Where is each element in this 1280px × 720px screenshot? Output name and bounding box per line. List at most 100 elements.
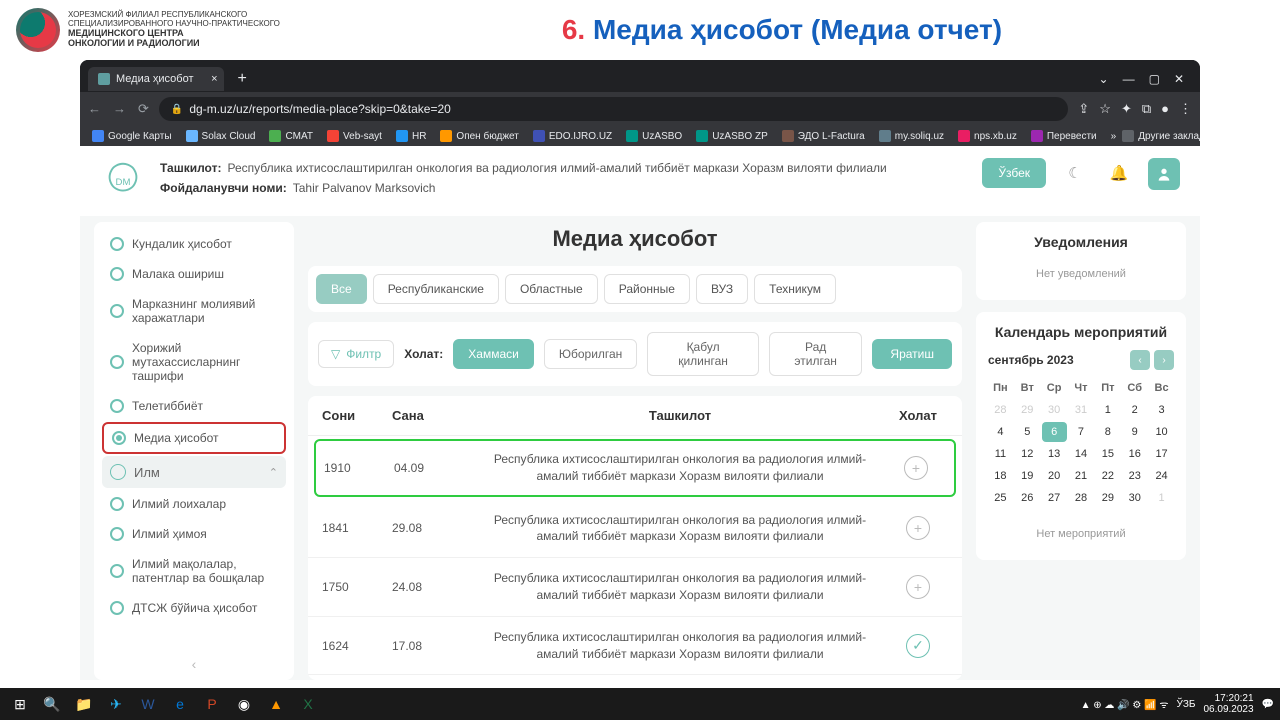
calendar-day[interactable]: 30: [1122, 488, 1147, 508]
tray-notification-icon[interactable]: 💬: [1262, 699, 1274, 710]
status-plus-icon[interactable]: +: [904, 456, 928, 480]
other-bookmarks[interactable]: Другие закладки: [1122, 130, 1200, 142]
tray-icons[interactable]: ▲ ⊕ ☁ 🔊 ⚙ 📶 ᯤ: [1081, 697, 1169, 711]
calendar-day[interactable]: 24: [1149, 466, 1174, 486]
sidebar-item-dtsj[interactable]: ДТСЖ бўйича ҳисобот: [102, 594, 286, 622]
type-tab-district[interactable]: Районные: [604, 274, 690, 304]
calendar-day[interactable]: 2: [1122, 400, 1147, 420]
url-input[interactable]: 🔒 dg-m.uz/uz/reports/media-place?skip=0&…: [159, 97, 1068, 121]
calendar-day[interactable]: 9: [1122, 422, 1147, 442]
table-row[interactable]: 161916.08Республика ихтисослаштирилган о…: [308, 675, 962, 680]
type-tab-region[interactable]: Областные: [505, 274, 598, 304]
table-row[interactable]: 175024.08Республика ихтисослаштирилган о…: [308, 558, 962, 617]
calendar-day[interactable]: 30: [1042, 400, 1067, 420]
filter-button[interactable]: ▽ Филтр: [318, 340, 394, 368]
calendar-day[interactable]: 23: [1122, 466, 1147, 486]
calendar-day[interactable]: 1: [1095, 400, 1120, 420]
sidebar-item-media-report[interactable]: Медиа ҳисобот: [102, 422, 286, 454]
calendar-day[interactable]: 4: [988, 422, 1013, 442]
profile-icon[interactable]: ●: [1161, 101, 1169, 117]
star-icon[interactable]: ☆: [1099, 101, 1111, 117]
calendar-day[interactable]: 16: [1122, 444, 1147, 464]
calendar-day[interactable]: 29: [1015, 400, 1040, 420]
chrome-icon[interactable]: ◉: [230, 690, 258, 718]
status-done-icon[interactable]: ✓: [906, 634, 930, 658]
status-plus-icon[interactable]: +: [906, 575, 930, 599]
table-row[interactable]: 184129.08Республика ихтисослаштирилган о…: [308, 500, 962, 559]
tray-lang[interactable]: ЎЗБ: [1177, 699, 1196, 710]
minimize-icon[interactable]: —: [1123, 72, 1135, 86]
calendar-day[interactable]: 29: [1095, 488, 1120, 508]
calendar-day[interactable]: 10: [1149, 422, 1174, 442]
extension-icon[interactable]: ✦: [1121, 101, 1132, 117]
tab-close-icon[interactable]: ×: [211, 73, 217, 85]
menu-icon[interactable]: ⋮: [1179, 101, 1192, 117]
bookmark-item[interactable]: EDO.IJRO.UZ: [533, 130, 612, 142]
new-tab-button[interactable]: +: [230, 66, 255, 92]
calendar-day[interactable]: 12: [1015, 444, 1040, 464]
explorer-icon[interactable]: 📁: [70, 690, 98, 718]
bookmark-item[interactable]: Veb-sayt: [327, 130, 382, 142]
search-icon[interactable]: 🔍: [38, 690, 66, 718]
calendar-day[interactable]: 7: [1069, 422, 1094, 442]
calendar-day[interactable]: 15: [1095, 444, 1120, 464]
status-plus-icon[interactable]: +: [906, 516, 930, 540]
calendar-day[interactable]: 13: [1042, 444, 1067, 464]
sidebar-group-science[interactable]: Илм ⌃: [102, 456, 286, 488]
calendar-day[interactable]: 8: [1095, 422, 1120, 442]
bookmark-item[interactable]: my.soliq.uz: [879, 130, 944, 142]
calendar-day[interactable]: 26: [1015, 488, 1040, 508]
calendar-day[interactable]: 19: [1015, 466, 1040, 486]
table-row[interactable]: 191004.09Республика ихтисослаштирилган о…: [314, 439, 956, 497]
bookmark-item[interactable]: nps.xb.uz: [958, 130, 1017, 142]
calendar-day[interactable]: 5: [1015, 422, 1040, 442]
calendar-day[interactable]: 22: [1095, 466, 1120, 486]
browser-tab[interactable]: Медиа ҳисобот ×: [88, 67, 224, 91]
sidebar-item-qualification[interactable]: Малака ошириш: [102, 260, 286, 288]
chevron-down-icon[interactable]: ⌄: [1099, 72, 1109, 86]
type-tab-university[interactable]: ВУЗ: [696, 274, 748, 304]
share-icon[interactable]: ⇪: [1078, 101, 1089, 117]
word-icon[interactable]: W: [134, 690, 162, 718]
telegram-icon[interactable]: ✈: [102, 690, 130, 718]
calendar-prev-button[interactable]: ‹: [1130, 350, 1150, 370]
calendar-day[interactable]: 1: [1149, 488, 1174, 508]
powerpoint-icon[interactable]: P: [198, 690, 226, 718]
bookmark-item[interactable]: Solax Cloud: [186, 130, 256, 142]
back-icon[interactable]: ←: [88, 101, 101, 117]
bell-icon[interactable]: 🔔: [1104, 158, 1134, 188]
calendar-day[interactable]: 20: [1042, 466, 1067, 486]
moon-icon[interactable]: ☾: [1060, 158, 1090, 188]
tray-clock[interactable]: 17:20:21 06.09.2023: [1203, 693, 1253, 715]
sidebar-item-projects[interactable]: Илмий лоихалар: [102, 490, 286, 518]
calendar-day[interactable]: 28: [1069, 488, 1094, 508]
excel-icon[interactable]: X: [294, 690, 322, 718]
reload-icon[interactable]: ⟳: [138, 101, 149, 117]
calendar-day[interactable]: 6: [1042, 422, 1067, 442]
calendar-day[interactable]: 3: [1149, 400, 1174, 420]
calendar-day[interactable]: 17: [1149, 444, 1174, 464]
status-pill-rejected[interactable]: Рад этилган: [769, 332, 863, 376]
calendar-day[interactable]: 18: [988, 466, 1013, 486]
bookmark-item[interactable]: CMAT: [269, 130, 313, 142]
close-icon[interactable]: ✕: [1174, 72, 1184, 86]
sidebar-item-finance[interactable]: Марказнинг молиявий харажатлари: [102, 290, 286, 332]
calendar-day[interactable]: 28: [988, 400, 1013, 420]
forward-icon[interactable]: →: [113, 101, 126, 117]
bookmark-item[interactable]: ЭДО L-Factura: [782, 130, 865, 142]
edge-icon[interactable]: e: [166, 690, 194, 718]
type-tab-all[interactable]: Все: [316, 274, 367, 304]
calendar-day[interactable]: 25: [988, 488, 1013, 508]
create-button[interactable]: Яратиш: [872, 339, 952, 369]
calendar-next-button[interactable]: ›: [1154, 350, 1174, 370]
sidebar-item-telemedicine[interactable]: Телетиббиёт: [102, 392, 286, 420]
calendar-day[interactable]: 31: [1069, 400, 1094, 420]
app-icon[interactable]: ▲: [262, 690, 290, 718]
status-pill-all[interactable]: Хаммаси: [453, 339, 534, 369]
language-button[interactable]: Ўзбек: [982, 158, 1046, 188]
collections-icon[interactable]: ⧉: [1142, 101, 1151, 117]
calendar-day[interactable]: 21: [1069, 466, 1094, 486]
user-profile-button[interactable]: [1148, 158, 1180, 190]
calendar-day[interactable]: 14: [1069, 444, 1094, 464]
calendar-day[interactable]: 27: [1042, 488, 1067, 508]
